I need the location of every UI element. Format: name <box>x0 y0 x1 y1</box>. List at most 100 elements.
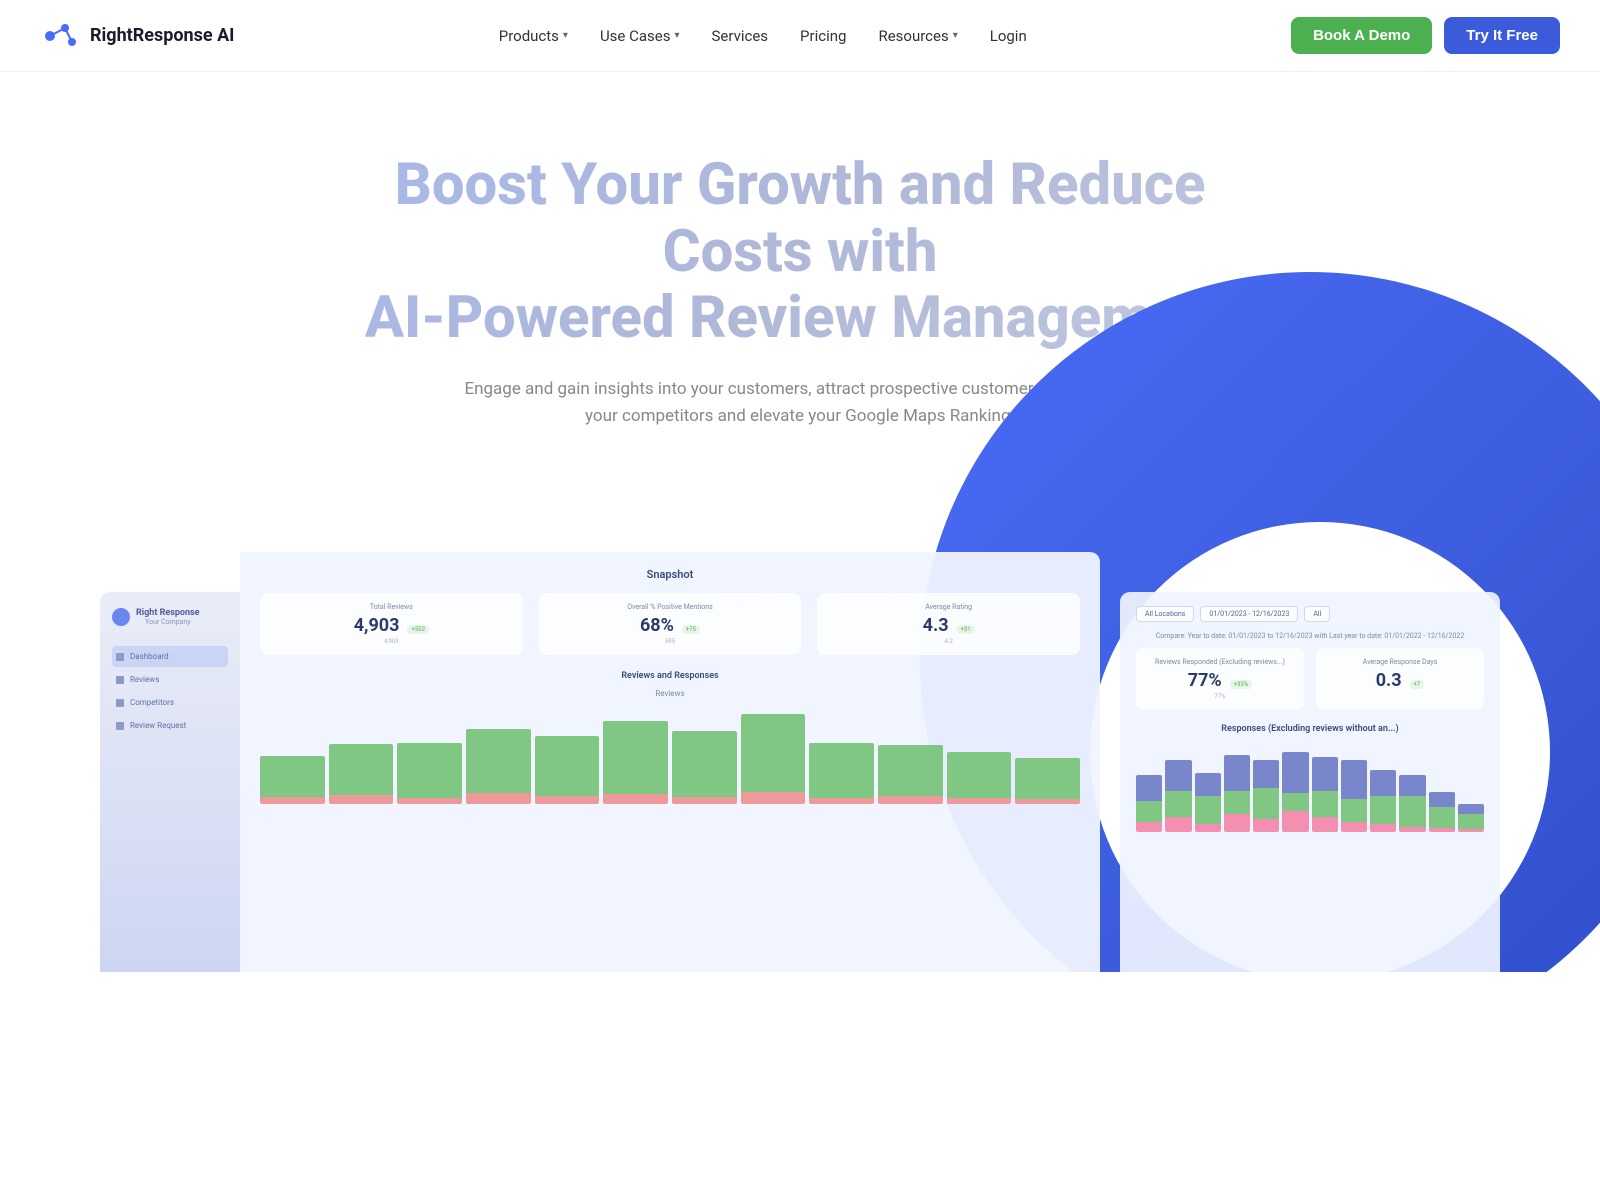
chevron-down-icon: ▾ <box>953 30 958 41</box>
logo-icon <box>40 16 80 56</box>
sidebar-item-reviews[interactable]: Reviews <box>112 669 228 690</box>
bar-group <box>947 752 1012 804</box>
right-stats-row: Reviews Responded (Excluding reviews...)… <box>1136 648 1484 710</box>
bar-pink <box>260 797 325 804</box>
bar-pink <box>878 796 943 804</box>
nav-products[interactable]: Products ▾ <box>499 27 568 45</box>
bar-green <box>535 736 600 796</box>
bar-green2 <box>1253 788 1279 819</box>
bar-pink2 <box>1224 814 1250 832</box>
sidebar-brand: Right Response Your Company <box>136 608 200 626</box>
logo-text: RightResponse AI <box>90 25 234 46</box>
bar-pink2 <box>1312 817 1338 832</box>
sidebar-logo-row: Right Response Your Company <box>112 608 228 626</box>
bar-green2 <box>1399 796 1425 827</box>
filter-all[interactable]: All <box>1304 606 1330 622</box>
bar-green2 <box>1195 796 1221 824</box>
filter-date-range[interactable]: 01/01/2023 - 12/16/2023 <box>1200 606 1298 622</box>
filter-locations[interactable]: All Locations <box>1136 606 1194 622</box>
bar-green2 <box>1136 801 1162 822</box>
bar-pink2 <box>1253 819 1279 832</box>
bar-pink2 <box>1195 824 1221 832</box>
bar-pink <box>329 795 394 804</box>
bar-green2 <box>1458 814 1484 829</box>
bar-blue <box>1458 804 1484 814</box>
nav-resources[interactable]: Resources ▾ <box>878 27 957 45</box>
stat-badge-days: +7 <box>1410 680 1425 689</box>
bar-group <box>466 729 531 804</box>
bar-green <box>947 752 1012 798</box>
bar-blue <box>1136 775 1162 801</box>
sidebar-item-dashboard[interactable]: Dashboard <box>112 646 228 667</box>
bar-green2 <box>1165 791 1191 817</box>
bar-blue <box>1312 757 1338 791</box>
bar-group <box>603 721 668 804</box>
dashboard-sidebar: Right Response Your Company Dashboard Re… <box>100 592 240 972</box>
nav-use-cases[interactable]: Use Cases ▾ <box>600 27 680 45</box>
bar-pink2 <box>1165 817 1191 832</box>
bar-pink <box>672 797 737 804</box>
bar-blue <box>1282 752 1308 793</box>
dashboard-main-panel: Snapshot Total Reviews 4,903 +502 4,903 … <box>240 552 1100 972</box>
bar-blue <box>1370 770 1396 796</box>
reviews-icon <box>116 676 124 684</box>
book-demo-button[interactable]: Book A Demo <box>1291 17 1432 54</box>
chart-subtitle: Reviews <box>260 689 1080 698</box>
bar-green <box>466 729 531 793</box>
nav-pricing[interactable]: Pricing <box>800 27 846 45</box>
bar-blue <box>1341 760 1367 799</box>
bar-green <box>878 745 943 796</box>
bar-col <box>1282 752 1308 832</box>
bar-green2 <box>1282 793 1308 811</box>
bar-pink2 <box>1429 828 1455 832</box>
stat-total-reviews: Total Reviews 4,903 +502 4,903 <box>260 593 523 655</box>
bar-green <box>329 744 394 795</box>
chevron-down-icon: ▾ <box>674 30 679 41</box>
bar-green <box>741 714 806 792</box>
stat-positive-mentions: Overall % Positive Mentions 68% +75 595 <box>539 593 802 655</box>
main-stats-row: Total Reviews 4,903 +502 4,903 Overall %… <box>260 593 1080 655</box>
stat-badge-reviews: +502 <box>407 625 429 634</box>
bar-blue <box>1429 792 1455 807</box>
bar-col <box>1136 775 1162 832</box>
bar-col <box>1341 760 1367 832</box>
bar-group <box>809 743 874 804</box>
nav-services[interactable]: Services <box>712 27 769 45</box>
bar-pink <box>741 792 806 804</box>
bar-col <box>1458 804 1484 832</box>
bar-col <box>1370 770 1396 832</box>
bar-pink <box>466 793 531 804</box>
compare-label: Compare: Year to date: 01/01/2023 to 12/… <box>1136 632 1484 640</box>
stat-badge-responded: +35% <box>1230 680 1253 689</box>
hero-section: Boost Your Growth and Reduce Costs with … <box>0 72 1600 972</box>
bar-blue <box>1195 773 1221 796</box>
bar-pink <box>947 798 1012 804</box>
try-free-button[interactable]: Try It Free <box>1444 17 1560 54</box>
bar-blue <box>1224 755 1250 791</box>
bar-col <box>1195 773 1221 832</box>
bar-pink2 <box>1282 811 1308 832</box>
bar-group <box>260 756 325 804</box>
dashboard-preview: Right Response Your Company Dashboard Re… <box>0 522 1600 972</box>
bar-group <box>535 736 600 804</box>
bar-pink <box>535 796 600 804</box>
right-chart-title: Responses (Excluding reviews without an.… <box>1136 724 1484 734</box>
sidebar-item-competitors[interactable]: Competitors <box>112 692 228 713</box>
bar-green <box>1015 758 1080 799</box>
bar-group <box>1015 758 1080 804</box>
nav-links: Products ▾ Use Cases ▾ Services Pricing … <box>499 27 1027 45</box>
right-bar-chart <box>1136 742 1484 832</box>
stat-badge-rating: +31 <box>957 625 975 634</box>
sidebar-item-review-request[interactable]: Review Request <box>112 715 228 736</box>
bar-green <box>603 721 668 794</box>
nav-actions: Book A Demo Try It Free <box>1291 17 1560 54</box>
bar-pink <box>1015 799 1080 804</box>
sidebar-logo-dot <box>112 608 130 626</box>
bar-group <box>672 731 737 804</box>
stat-response-days: Average Response Days 0.3 +7 <box>1316 648 1484 710</box>
nav-login[interactable]: Login <box>990 27 1027 45</box>
logo-link[interactable]: RightResponse AI <box>40 16 234 56</box>
bar-col <box>1399 775 1425 832</box>
bar-pink2 <box>1136 822 1162 832</box>
bar-green2 <box>1312 791 1338 817</box>
